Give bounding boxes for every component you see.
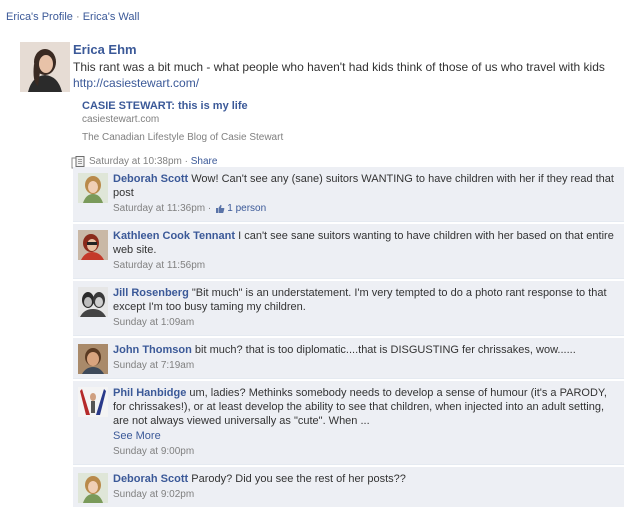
comment-timestamp: Sunday at 7:19am [113,360,195,371]
comment-author[interactable]: Jill Rosenberg [113,287,189,299]
comment-meta: Sunday at 7:19am [113,359,618,373]
comment-meta: Sunday at 1:09am [113,316,618,330]
comment-item: Deborah Scott Wow! Can't see any (sane) … [73,167,624,222]
commenter-avatar[interactable] [78,287,108,317]
comment-list: Deborah Scott Wow! Can't see any (sane) … [73,167,624,507]
commenter-avatar[interactable] [78,344,108,374]
attachment-domain: casiestewart.com [82,114,160,125]
comment-timestamp: Sunday at 9:00pm [113,446,195,457]
breadcrumb-wall-link[interactable]: Erica's Wall [83,11,140,23]
breadcrumb-profile-link[interactable]: Erica's Profile [6,11,73,23]
see-more-link[interactable]: See More [113,429,618,443]
wall-post: Erica Ehm This rant was a bit much - wha… [71,42,625,169]
post-author-name[interactable]: Erica Ehm [73,42,137,58]
link-attachment: CASIE STEWART: this is my life casiestew… [82,99,625,145]
comment-author[interactable]: Deborah Scott [113,173,188,185]
commenter-avatar[interactable] [78,473,108,503]
comment-item: Phil Hanbidge um, ladies? Methinks someb… [73,381,624,465]
commenter-avatar[interactable] [78,173,108,203]
comment-meta: Sunday at 9:02pm [113,488,618,502]
comment-author[interactable]: John Thomson [113,344,192,356]
comment-meta: Saturday at 11:56pm [113,259,618,273]
comment-text: Parody? Did you see the rest of her post… [191,473,406,485]
post-text: This rant was a bit much - what people w… [73,60,605,74]
comment-author[interactable]: Phil Hanbidge [113,387,186,399]
comment-meta: Sunday at 9:00pm [113,445,618,459]
attachment-title[interactable]: CASIE STEWART: this is my life [82,99,625,113]
comment-item: Kathleen Cook Tennant I can't see sane s… [73,224,624,279]
comment-meta: Saturday at 11:36pm · 1 person [113,202,618,216]
comment-meta-separator: · [207,203,212,214]
comment-author[interactable]: Kathleen Cook Tennant [113,230,235,242]
post-author-avatar[interactable] [20,42,70,92]
breadcrumb: Erica's Profile · Erica's Wall [6,11,139,23]
comment-likes-link[interactable]: 1 person [227,202,266,216]
comment-timestamp: Saturday at 11:36pm [113,203,206,214]
comment-author[interactable]: Deborah Scott [113,473,188,485]
comment-timestamp: Sunday at 1:09am [113,317,195,328]
comment-item: John Thomson bit much? that is too diplo… [73,338,624,379]
thumbs-up-icon [216,204,225,213]
comment-item: Deborah Scott Parody? Did you see the re… [73,467,624,507]
post-message: This rant was a bit much - what people w… [73,59,625,91]
comment-item: Jill Rosenberg "Bit much" is an understa… [73,281,624,336]
post-url-link[interactable]: http://casiestewart.com/ [73,76,199,90]
attachment-description: The Canadian Lifestyle Blog of Casie Ste… [82,132,284,143]
comment-text: Wow! Can't see any (sane) suitors WANTIN… [113,173,614,199]
commenter-avatar[interactable] [78,387,108,417]
comment-text: bit much? that is too diplomatic....that… [194,344,576,356]
breadcrumb-separator: · [75,11,80,23]
comment-timestamp: Saturday at 11:56pm [113,260,206,271]
comment-timestamp: Sunday at 9:02pm [113,489,195,500]
comment-text: um, ladies? Methinks somebody needs to d… [113,387,607,427]
commenter-avatar[interactable] [78,230,108,260]
